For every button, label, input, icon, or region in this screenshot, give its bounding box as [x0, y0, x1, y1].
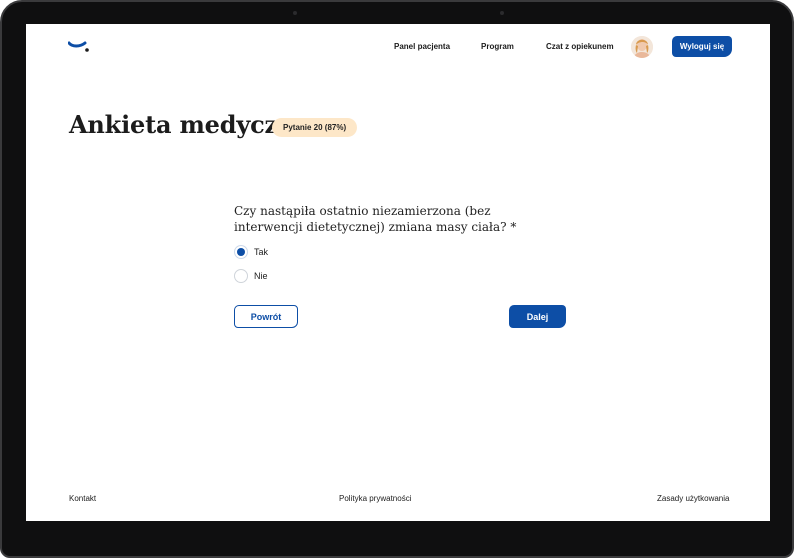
option-label: Nie	[254, 271, 268, 281]
logo-icon[interactable]	[67, 40, 92, 56]
avatar[interactable]	[631, 36, 653, 58]
nav-chat[interactable]: Czat z opiekunem	[546, 42, 614, 51]
question-text: Czy nastąpiła ostatnio niezamierzona (be…	[234, 204, 517, 234]
camera-sensor	[500, 11, 504, 15]
app-screen: Panel pacjenta Program Czat z opiekunem …	[26, 24, 770, 521]
footer-contact-link[interactable]: Kontakt	[69, 494, 96, 503]
back-button[interactable]: Powrót	[234, 305, 298, 328]
progress-badge: Pytanie 20 (87%)	[272, 118, 358, 137]
footer-terms-link[interactable]: Zasady użytkowania	[657, 494, 729, 503]
next-button[interactable]: Dalej	[509, 305, 566, 328]
radio-unchecked-icon[interactable]	[234, 269, 248, 283]
laptop-frame: Panel pacjenta Program Czat z opiekunem …	[0, 0, 794, 558]
radio-checked-icon[interactable]	[234, 245, 248, 259]
footer-privacy-link[interactable]: Polityka prywatności	[339, 494, 411, 503]
option-no[interactable]: Nie	[234, 269, 268, 283]
option-label: Tak	[254, 247, 269, 257]
nav-patient-panel[interactable]: Panel pacjenta	[394, 42, 450, 51]
option-yes[interactable]: Tak	[234, 245, 268, 259]
nav-program[interactable]: Program	[481, 42, 514, 51]
camera-sensor	[293, 11, 297, 15]
logout-button[interactable]: Wyloguj się	[672, 36, 732, 57]
